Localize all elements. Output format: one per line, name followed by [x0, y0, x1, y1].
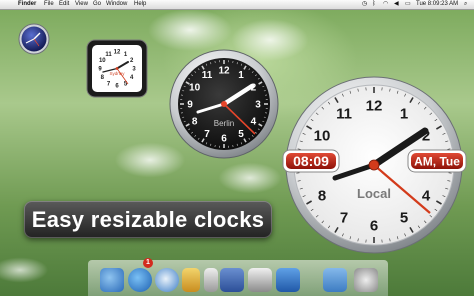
clock-numeral: 6 [370, 217, 378, 234]
clock-numeral: 7 [340, 209, 348, 226]
clock-numeral: 12 [114, 50, 121, 56]
folder-icon[interactable] [323, 268, 347, 292]
local-clock-widget[interactable]: 12 12456781011 Local 08:09 AM, Tue [282, 76, 467, 254]
mini-clock-widget[interactable] [18, 23, 50, 55]
clock-numeral: 10 [189, 83, 201, 94]
berlin-clock-label: Berlin [214, 119, 234, 128]
clock-numeral: 11 [105, 52, 112, 58]
clock-numeral: 6 [221, 134, 227, 145]
clock-numeral: 11 [336, 105, 352, 122]
clock-numeral: 1 [400, 105, 408, 122]
clock-numeral: 10 [99, 58, 106, 64]
photo-booth-icon[interactable] [248, 268, 272, 292]
sydney-clock-widget[interactable]: 12 1234567891011 Sydney [86, 39, 148, 98]
local-digital-time: 08:09 [293, 153, 329, 169]
clock-numeral: 9 [187, 100, 193, 111]
clock-numeral: 10 [314, 127, 331, 144]
notification-badge: 1 [143, 258, 153, 268]
trash-icon[interactable] [354, 268, 378, 292]
sydney-clock-label: Sydney [109, 71, 125, 76]
finder-icon[interactable] [100, 268, 124, 292]
clock-numeral: 12 [366, 97, 383, 114]
clock-numeral: 11 [202, 70, 213, 81]
local-clock-label: Local [357, 186, 391, 201]
address-book-icon[interactable] [220, 268, 244, 292]
clock-numeral: 8 [192, 117, 198, 128]
local-period-day-display: AM, Tue [407, 149, 467, 173]
safari-icon[interactable] [155, 268, 179, 292]
app-store-icon[interactable] [128, 268, 152, 292]
clock-widgets: 12 1234567891011 Sydney 12 1234567891011 B… [18, 23, 467, 254]
local-digital-time-display: 08:09 [282, 149, 340, 173]
weather-widget-icon[interactable] [276, 268, 300, 292]
berlin-clock-widget[interactable]: 12 1234567891011 Berlin [169, 49, 279, 159]
feature-banner: Easy resizable clocks [24, 201, 272, 238]
notes-icon[interactable] [182, 268, 200, 292]
clock-numeral: 12 [218, 66, 230, 77]
clock-numeral: 4 [251, 117, 257, 128]
clock-numeral: 7 [204, 129, 210, 140]
calendar-icon[interactable] [204, 268, 218, 292]
clock-numeral: 8 [318, 187, 326, 204]
local-period-day: AM, Tue [414, 155, 460, 169]
clock-numeral: 5 [400, 209, 408, 226]
clock-numeral: 1 [238, 70, 244, 81]
clock-numeral: 4 [422, 187, 431, 204]
feature-banner-text: Easy resizable clocks [31, 207, 265, 232]
clock-numeral: 5 [238, 129, 244, 140]
desktop: Finder File Edit View Go Window Help ◷ ᛒ… [0, 0, 474, 296]
clock-numeral: 3 [255, 100, 261, 111]
